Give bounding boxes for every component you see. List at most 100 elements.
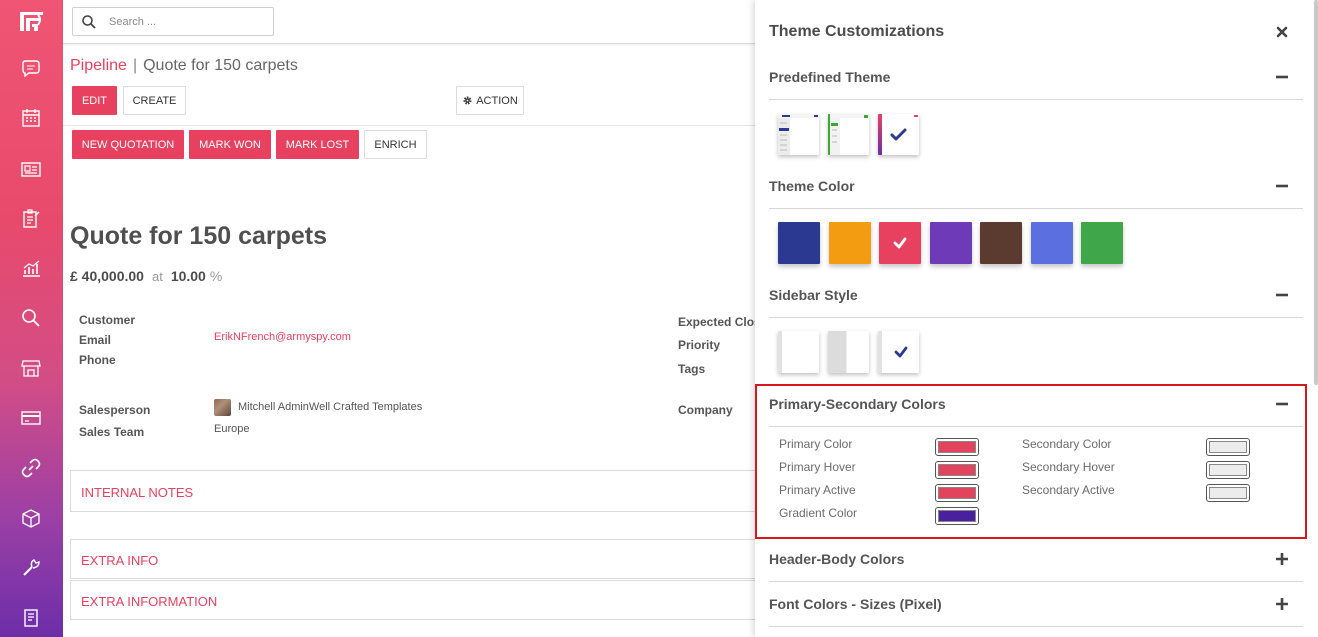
wrench-icon[interactable] bbox=[20, 557, 42, 579]
collapse-icon[interactable] bbox=[1275, 70, 1289, 84]
secondary-color-label: Secondary Color bbox=[1022, 437, 1112, 451]
extra-info-section[interactable]: EXTRA INFO bbox=[70, 539, 760, 579]
predefined-theme-option[interactable] bbox=[828, 114, 869, 155]
store-icon[interactable] bbox=[20, 357, 42, 379]
section-divider bbox=[769, 426, 1303, 427]
probability-value: 10.00 bbox=[170, 268, 206, 284]
expected-revenue: £ 40,000.00 at 10.00% bbox=[70, 268, 222, 284]
sidebar-style-option-selected[interactable] bbox=[878, 331, 919, 373]
secondary-color-picker[interactable] bbox=[1206, 484, 1250, 502]
credit-card-icon[interactable] bbox=[20, 407, 42, 429]
sales-team-label: Sales Team bbox=[79, 425, 145, 439]
theme-color-swatch[interactable] bbox=[929, 222, 972, 264]
predefined-theme-option[interactable] bbox=[778, 114, 819, 155]
close-icon[interactable] bbox=[1275, 25, 1289, 39]
primary-color-picker[interactable] bbox=[935, 461, 979, 479]
color-fill bbox=[938, 510, 976, 522]
link-icon[interactable] bbox=[20, 457, 42, 479]
secondary-color-label: Secondary Hover bbox=[1022, 460, 1115, 474]
internal-notes-title: INTERNAL NOTES bbox=[81, 485, 194, 500]
breadcrumb-pipeline-link[interactable]: Pipeline bbox=[70, 57, 127, 74]
collapse-icon[interactable] bbox=[1275, 179, 1289, 193]
secondary-color-picker[interactable] bbox=[1206, 438, 1250, 456]
theme-customizations-panel: Theme Customizations Predefined Theme Th… bbox=[755, 0, 1318, 637]
new-quotation-button[interactable]: NEW QUOTATION bbox=[72, 130, 184, 159]
section-divider bbox=[769, 317, 1303, 318]
primary-color-label: Primary Color bbox=[779, 437, 853, 451]
primary-color-picker[interactable] bbox=[935, 507, 979, 525]
create-button[interactable]: CREATE bbox=[123, 86, 186, 115]
top-bar bbox=[63, 0, 755, 44]
color-fill bbox=[1209, 487, 1247, 499]
customer-label: Customer bbox=[79, 313, 136, 327]
box-icon[interactable] bbox=[20, 507, 42, 529]
color-fill bbox=[1209, 441, 1247, 453]
check-icon bbox=[894, 346, 907, 358]
expand-icon[interactable] bbox=[1275, 597, 1289, 611]
color-fill bbox=[938, 487, 976, 499]
sidebar-style-option[interactable] bbox=[828, 331, 869, 373]
secondary-color-picker[interactable] bbox=[1206, 461, 1250, 479]
enrich-button[interactable]: ENRICH bbox=[364, 130, 427, 159]
primary-color-label: Primary Active bbox=[779, 483, 856, 497]
extra-info-title: EXTRA INFO bbox=[81, 553, 159, 568]
opportunity-title: Quote for 150 carpets bbox=[70, 222, 328, 250]
avatar bbox=[214, 399, 231, 416]
search-icon[interactable] bbox=[20, 307, 42, 329]
internal-notes-section[interactable]: INTERNAL NOTES bbox=[70, 470, 760, 512]
toolbar-divider bbox=[63, 125, 755, 126]
expected-closing-label: Expected Clos bbox=[678, 315, 761, 329]
theme-color-swatch[interactable] bbox=[1081, 222, 1123, 264]
primary-color-label: Gradient Color bbox=[779, 506, 858, 520]
search-box[interactable] bbox=[72, 7, 274, 36]
collapse-icon[interactable] bbox=[1275, 288, 1289, 302]
predefined-theme-title: Predefined Theme bbox=[769, 69, 891, 85]
salesperson-value[interactable]: Mitchell AdminWell Crafted Templates bbox=[238, 401, 422, 413]
primary-color-picker[interactable] bbox=[935, 438, 979, 456]
calendar-icon[interactable] bbox=[20, 107, 42, 129]
panel-title: Theme Customizations bbox=[769, 23, 945, 40]
email-value[interactable]: ErikNFrench@armyspy.com bbox=[214, 331, 351, 343]
revenue-amount: £ 40,000.00 bbox=[70, 268, 144, 284]
tags-label: Tags bbox=[678, 362, 706, 376]
mark-lost-button[interactable]: MARK LOST bbox=[276, 130, 359, 159]
primary-color-label: Primary Hover bbox=[779, 460, 856, 474]
section-divider bbox=[769, 626, 1303, 627]
section-divider bbox=[769, 208, 1303, 209]
theme-color-swatch[interactable] bbox=[1030, 222, 1073, 264]
extra-information-section[interactable]: EXTRA INFORMATION bbox=[70, 580, 760, 620]
expand-icon[interactable] bbox=[1275, 552, 1289, 566]
app-logo-icon[interactable] bbox=[18, 9, 45, 34]
mark-won-button[interactable]: MARK WON bbox=[189, 130, 271, 159]
chart-icon[interactable] bbox=[20, 257, 42, 279]
search-icon bbox=[81, 14, 97, 30]
at-label: at bbox=[151, 269, 163, 284]
priority-label: Priority bbox=[678, 338, 721, 352]
theme-color-swatch[interactable] bbox=[980, 222, 1022, 264]
theme-color-swatch[interactable] bbox=[778, 222, 820, 264]
color-fill bbox=[1209, 464, 1247, 476]
sales-team-value[interactable]: Europe bbox=[214, 423, 249, 435]
secondary-color-label: Secondary Active bbox=[1022, 483, 1115, 497]
chat-icon[interactable] bbox=[20, 58, 42, 80]
extra-information-title: EXTRA INFORMATION bbox=[81, 594, 218, 609]
document-icon[interactable] bbox=[20, 607, 42, 629]
header-body-title: Header-Body Colors bbox=[769, 551, 905, 567]
sidebar-style-option[interactable] bbox=[778, 331, 819, 373]
primary-color-picker[interactable] bbox=[935, 484, 979, 502]
scrollbar[interactable] bbox=[1314, 0, 1318, 385]
section-divider bbox=[769, 581, 1303, 582]
edit-button[interactable]: EDIT bbox=[72, 86, 117, 115]
color-fill bbox=[938, 441, 976, 453]
company-label: Company bbox=[678, 403, 733, 417]
contacts-card-icon[interactable] bbox=[20, 158, 42, 180]
search-input[interactable] bbox=[109, 13, 269, 31]
clipboard-icon[interactable] bbox=[20, 207, 42, 229]
theme-color-swatch[interactable] bbox=[828, 222, 871, 264]
sidebar-style-title: Sidebar Style bbox=[769, 287, 858, 303]
email-label: Email bbox=[79, 333, 112, 347]
collapse-icon[interactable] bbox=[1275, 397, 1289, 411]
action-button[interactable]: ACTION bbox=[456, 86, 524, 115]
theme-color-swatch-selected[interactable] bbox=[879, 222, 921, 264]
predefined-theme-option-selected[interactable] bbox=[878, 114, 919, 155]
